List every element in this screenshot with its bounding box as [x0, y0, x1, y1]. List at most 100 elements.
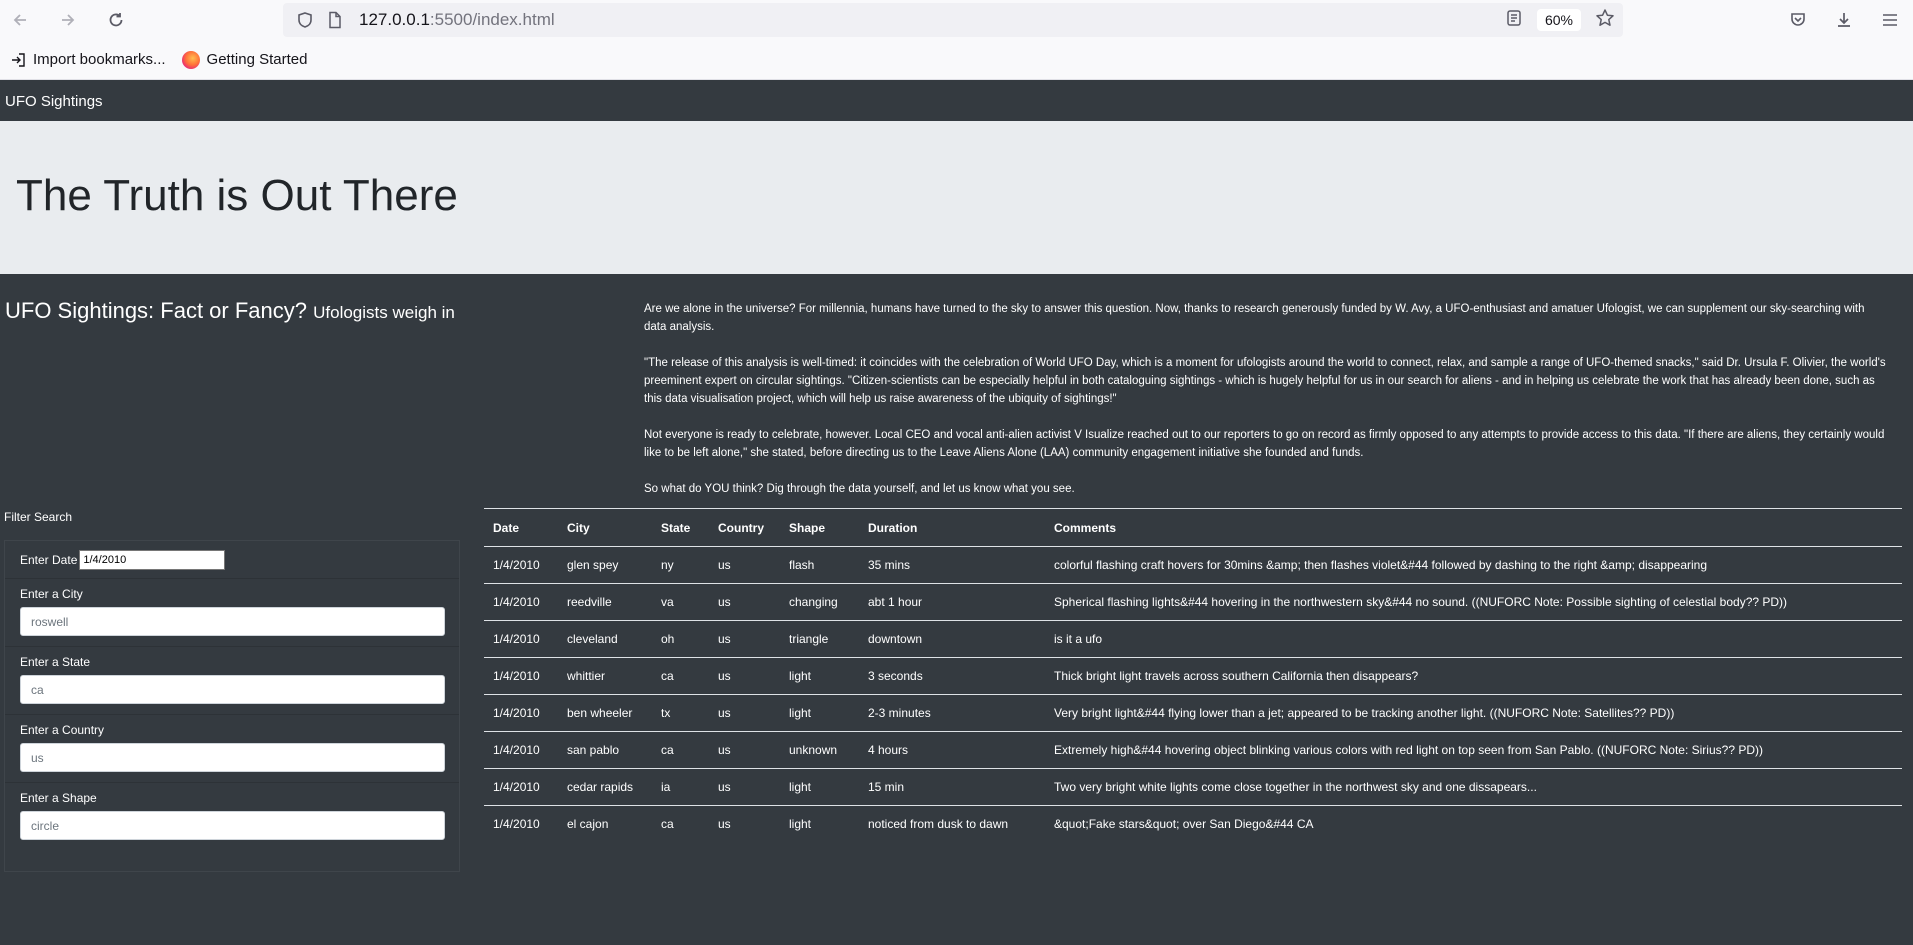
city-input[interactable]	[20, 607, 445, 636]
article-text: Are we alone in the universe? For millen…	[644, 300, 1890, 516]
cell-state: ca	[652, 731, 709, 769]
table-row: 1/4/2010 cedar rapids ia us light 15 min Two v…	[484, 768, 1902, 806]
cell-duration: 3 seconds	[859, 657, 1045, 695]
cell-duration: downtown	[859, 620, 1045, 658]
cell-date: 1/4/2010	[484, 694, 558, 732]
reload-button[interactable]	[96, 0, 136, 40]
bookmark-label: Import bookmarks...	[33, 51, 166, 68]
arrow-left-icon	[13, 14, 26, 26]
date-input[interactable]	[79, 550, 226, 570]
cell-country: us	[709, 620, 780, 658]
cell-country: us	[709, 768, 780, 806]
cell-state: ny	[652, 546, 709, 584]
pocket-icon	[1791, 13, 1805, 26]
page-icon[interactable]	[323, 8, 347, 32]
intro-subheading: Ufologists weigh in	[313, 303, 455, 322]
shield-icon[interactable]	[293, 8, 317, 32]
downloads-button[interactable]	[1821, 0, 1867, 40]
browser-toolbar: 127.0.0.1:5500/index.html 60%	[0, 0, 1913, 40]
table-row: 1/4/2010 cleveland oh us triangle downtown is …	[484, 620, 1902, 658]
forward-button[interactable]	[48, 0, 88, 40]
url-text[interactable]: 127.0.0.1:5500/index.html	[359, 10, 555, 30]
cell-duration: abt 1 hour	[859, 583, 1045, 621]
table-body: 1/4/2010 glen spey ny us flash 35 mins colorfu…	[484, 546, 1902, 843]
cell-duration: 15 min	[859, 768, 1045, 806]
cell-country: us	[709, 731, 780, 769]
article-paragraph: "The release of this analysis is well-ti…	[644, 357, 1886, 405]
cell-state: ca	[661, 817, 674, 832]
star-icon[interactable]	[1595, 8, 1615, 33]
header-city: City	[558, 508, 652, 547]
cell-city: cedar rapids	[558, 768, 652, 806]
cell-duration: 4 hours	[859, 731, 1045, 769]
table-header-row: Date City State Country Shape Duration C…	[484, 508, 1902, 547]
cell-country: us	[709, 583, 780, 621]
state-input[interactable]	[20, 675, 445, 704]
state-label: Enter a State	[20, 655, 91, 669]
cell-comments: &quot;Fake stars&quot; over San Diego&#4…	[1054, 817, 1314, 832]
reader-view-icon[interactable]	[1505, 9, 1523, 32]
article-paragraph: Are we alone in the universe? For millen…	[644, 303, 1865, 333]
table-row: 1/4/2010 san pablo ca us unknown 4 hours Extre…	[484, 731, 1902, 769]
cell-date: 1/4/2010	[484, 768, 558, 806]
table-row: 1/4/2010 reedville va us changing abt 1 hour S…	[484, 583, 1902, 621]
back-button[interactable]	[0, 0, 40, 40]
table-head: Date City State Country Shape Duration C…	[484, 508, 1902, 547]
url-host: 127.0.0.1	[359, 10, 430, 29]
filter-date-item: Enter Date	[5, 541, 459, 579]
filter-state-item: Enter a State	[5, 647, 459, 715]
country-label: Enter a Country	[20, 723, 105, 737]
ufo-table: Date City State Country Shape Duration C…	[484, 508, 1902, 843]
jumbotron-title: The Truth is Out There	[16, 171, 458, 220]
header-duration: Duration	[859, 508, 1045, 547]
cell-state: va	[652, 583, 709, 621]
date-label: Enter Date	[20, 553, 78, 567]
cell-duration: 2-3 minutes	[859, 694, 1045, 732]
header-comments: Comments	[1045, 508, 1902, 547]
table-row: 1/4/2010 ben wheeler tx us light 2-3 minutes V…	[484, 694, 1902, 732]
cell-comments: Spherical flashing lights&#44 hovering i…	[1045, 583, 1902, 621]
cell-shape: light	[780, 657, 859, 695]
bookmark-getting-started[interactable]: Getting Started	[181, 50, 308, 69]
jumbotron: The Truth is Out There	[0, 121, 1913, 274]
intro-heading-text: UFO Sightings: Fact or Fancy?	[5, 298, 307, 323]
cell-date: 1/4/2010	[484, 583, 558, 621]
cell-comments: Two very bright white lights come close …	[1045, 768, 1902, 806]
article-paragraph: So what do YOU think? Dig through the da…	[644, 483, 1075, 495]
cell-city: reedville	[558, 583, 652, 621]
filter-city-item: Enter a City	[5, 579, 459, 647]
cell-comments: Thick bright light travels across southe…	[1045, 657, 1902, 695]
table-row: 1/4/2010 glen spey ny us flash 35 mins colorfu…	[484, 546, 1902, 584]
filter-shape-item: Enter a Shape	[5, 783, 459, 850]
cell-city: cleveland	[558, 620, 652, 658]
header-country: Country	[709, 508, 780, 547]
cell-shape: light	[789, 817, 812, 832]
header-shape: Shape	[780, 508, 859, 547]
pocket-button[interactable]	[1775, 0, 1821, 40]
cell-shape: flash	[780, 546, 859, 584]
cell-shape: light	[780, 694, 859, 732]
bookmarks-bar: Import bookmarks... Getting Started	[0, 40, 1913, 80]
reload-icon	[109, 13, 123, 27]
cell-country: us	[709, 657, 780, 695]
download-icon	[1838, 13, 1850, 27]
cell-date: 1/4/2010	[484, 620, 558, 658]
menu-button[interactable]	[1867, 0, 1913, 40]
shape-input[interactable]	[20, 811, 445, 840]
cell-city: whittier	[558, 657, 652, 695]
cell-state: ia	[652, 768, 709, 806]
country-input[interactable]	[20, 743, 445, 772]
table-row: 1/4/2010 whittier ca us light 3 seconds Thick …	[484, 657, 1902, 695]
header-state: State	[652, 508, 709, 547]
cell-date: 1/4/2010	[484, 731, 558, 769]
bookmark-import[interactable]: Import bookmarks...	[10, 51, 166, 68]
bookmark-label: Getting Started	[206, 51, 308, 68]
cell-date: 1/4/2010	[493, 817, 540, 832]
zoom-level[interactable]: 60%	[1536, 9, 1581, 31]
navbar-brand[interactable]: UFO Sightings	[5, 93, 103, 110]
cell-comments: is it a ufo	[1045, 620, 1902, 658]
page-navbar: UFO Sightings	[0, 81, 1913, 121]
cell-comments: Very bright light&#44 flying lower than …	[1045, 694, 1902, 732]
url-path: :5500/index.html	[429, 10, 555, 29]
url-bar[interactable]: 127.0.0.1:5500/index.html 60%	[283, 3, 1623, 37]
